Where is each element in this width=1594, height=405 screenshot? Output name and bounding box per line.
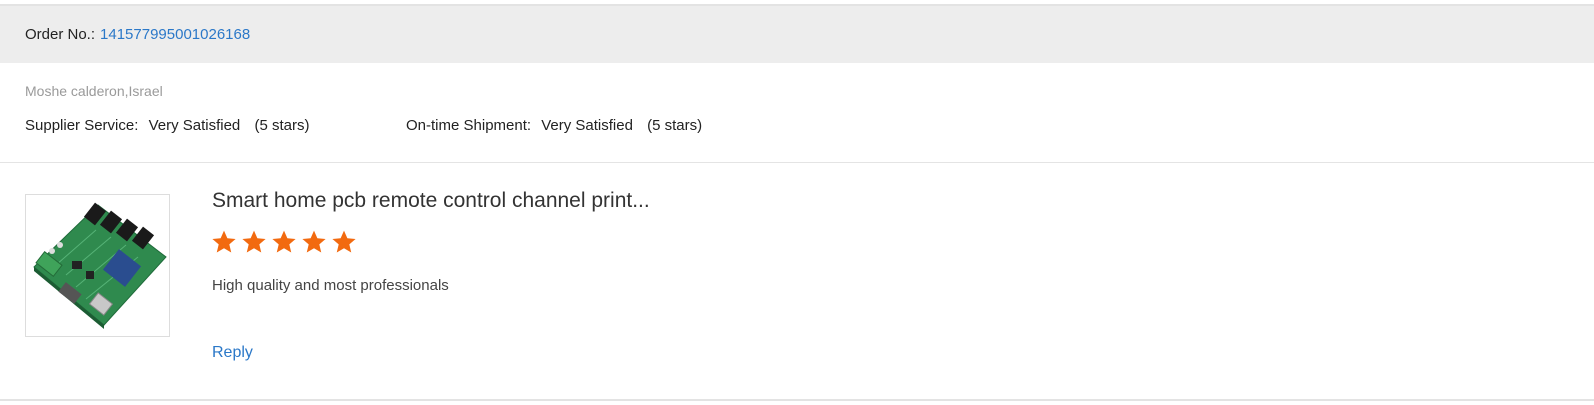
reply-link[interactable]: Reply	[212, 344, 253, 362]
star-icon	[302, 230, 326, 253]
buyer-feedback-summary: Moshe calderon,Israel Supplier Service: …	[0, 63, 1594, 163]
supplier-service-value: Very Satisfied	[148, 117, 241, 134]
product-review: Smart home pcb remote control channel pr…	[0, 163, 1594, 400]
order-number-label: Order No.:	[25, 26, 96, 43]
ontime-shipment-label: On-time Shipment:	[406, 117, 532, 134]
star-icon	[242, 230, 266, 253]
product-thumbnail[interactable]	[25, 194, 170, 337]
product-star-rating	[211, 229, 357, 255]
order-header: Order No.: 141577995001026168	[0, 6, 1594, 63]
star-icon	[212, 230, 236, 253]
star-icon	[332, 230, 356, 253]
review-text: High quality and most professionals	[212, 277, 449, 294]
buyer-name: Moshe calderon,Israel	[25, 83, 163, 99]
supplier-service-stars-text: (5 stars)	[254, 117, 310, 134]
ontime-shipment-value: Very Satisfied	[541, 117, 633, 134]
product-title[interactable]: Smart home pcb remote control channel pr…	[212, 189, 650, 213]
supplier-service-rating: Supplier Service: Very Satisfied (5 star…	[25, 117, 309, 134]
order-review-card: Order No.: 141577995001026168 Moshe cald…	[0, 0, 1594, 405]
pcb-board-image	[33, 202, 167, 329]
ontime-shipment-stars-text: (5 stars)	[647, 117, 703, 134]
bottom-divider	[0, 399, 1594, 401]
star-icon	[272, 230, 296, 253]
order-number-link[interactable]: 141577995001026168	[100, 26, 250, 43]
supplier-service-label: Supplier Service:	[25, 117, 139, 134]
ontime-shipment-rating: On-time Shipment: Very Satisfied (5 star…	[406, 117, 702, 134]
